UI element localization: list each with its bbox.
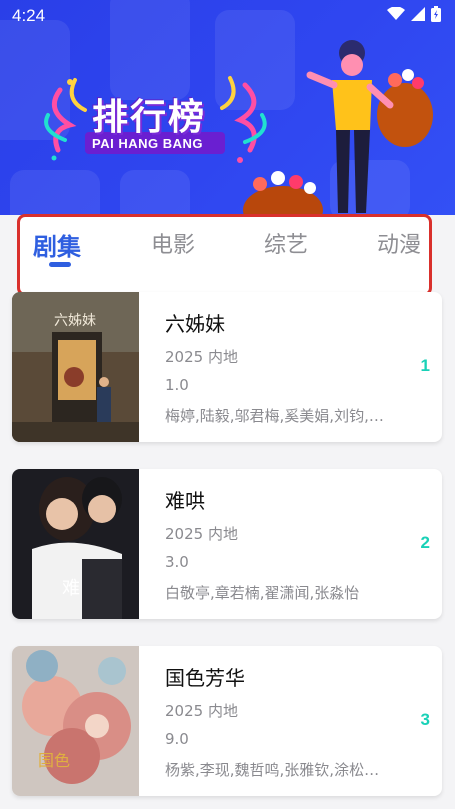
signal-icon: [411, 7, 425, 21]
item-cast: 杨紫,李现,魏哲鸣,张雅钦,涂松…: [165, 761, 380, 779]
poster-art-icon: 六姊妹: [12, 292, 139, 442]
item-rank: 2: [420, 533, 430, 552]
banner-tile: [10, 170, 100, 215]
ranking-screen: 4:24 排行榜 PAI HANG BANG 剧集 电影 综艺 动漫 六姊妹 六…: [0, 0, 455, 809]
item-meta: 2025 内地: [165, 348, 238, 366]
item-cast: 白敬亭,章若楠,翟潇闻,张淼怡: [165, 584, 360, 602]
item-score: 3.0: [165, 553, 189, 571]
wifi-icon: [387, 7, 405, 20]
banner-title: 排行榜: [92, 97, 207, 138]
ranking-item-3[interactable]: 国色 国色芳华 2025 内地 9.0 杨紫,李现,魏哲鸣,张雅钦,涂松… 3: [12, 646, 442, 796]
poster-art-icon: 国色: [12, 646, 139, 796]
poster-art-icon: 难: [12, 469, 139, 619]
ranking-logo: 排行榜 PAI HANG BANG: [40, 70, 270, 170]
svg-text:六姊妹: 六姊妹: [54, 313, 96, 329]
banner-subtitle: PAI HANG BANG: [92, 136, 203, 151]
active-tab-indicator: [49, 262, 71, 267]
item-meta: 2025 内地: [165, 525, 238, 543]
category-tabs: 剧集 电影 综艺 动漫: [17, 214, 432, 296]
item-cast: 梅婷,陆毅,邬君梅,奚美娟,刘钧,…: [165, 407, 384, 425]
ranking-item-1[interactable]: 六姊妹 六姊妹 2025 内地 1.0 梅婷,陆毅,邬君梅,奚美娟,刘钧,… 1: [12, 292, 442, 442]
svg-text:难: 难: [62, 578, 80, 599]
ranking-item-2[interactable]: 难 难哄 2025 内地 3.0 白敬亭,章若楠,翟潇闻,张淼怡 2: [12, 469, 442, 619]
item-score: 1.0: [165, 376, 189, 394]
item-title: 难哄: [165, 489, 205, 513]
status-time: 4:24: [12, 6, 46, 25]
tab-anime[interactable]: 动漫: [377, 227, 421, 259]
poster-image[interactable]: 难: [12, 469, 139, 619]
item-meta: 2025 内地: [165, 702, 238, 720]
poster-image[interactable]: 国色: [12, 646, 139, 796]
basket-icon: [243, 171, 323, 215]
item-title: 六姊妹: [165, 312, 225, 336]
tab-variety[interactable]: 综艺: [264, 227, 308, 259]
banner-tile: [120, 170, 190, 215]
item-title: 国色芳华: [165, 666, 245, 690]
battery-icon: [431, 6, 441, 22]
status-icons: [387, 6, 441, 22]
ranking-banner: 4:24 排行榜 PAI HANG BANG: [0, 0, 455, 215]
item-rank: 3: [420, 710, 430, 729]
tab-movies[interactable]: 电影: [151, 227, 195, 259]
tab-series[interactable]: 剧集: [33, 227, 81, 262]
svg-text:国色: 国色: [38, 751, 70, 770]
item-score: 9.0: [165, 730, 189, 748]
item-rank: 1: [420, 356, 430, 375]
poster-image[interactable]: 六姊妹: [12, 292, 139, 442]
